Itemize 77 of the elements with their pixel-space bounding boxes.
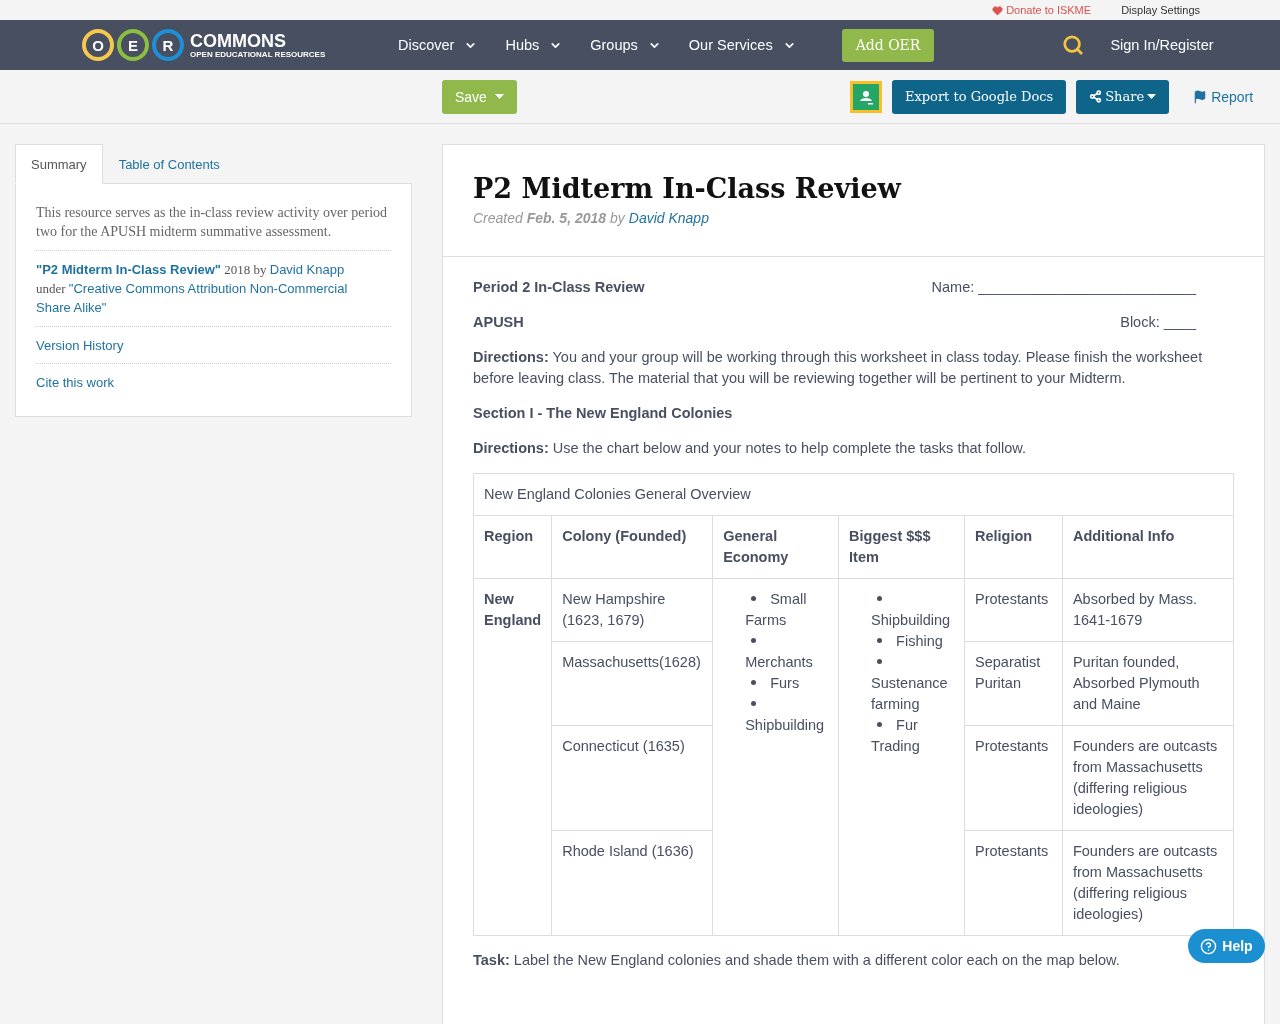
economy-item: Small Farms [745, 590, 808, 630]
table-cell: New England [473, 578, 552, 936]
caret-icon [1147, 94, 1157, 99]
economy-item: Merchants [745, 631, 829, 673]
export-button[interactable]: Export to Google Docs [891, 79, 1067, 114]
revenue-item: Fishing [871, 631, 954, 652]
table-cell: Protestants [964, 578, 1063, 642]
directions-text: Directions: You and your group will be working through this worksheet in class today. Please finish the worksheet before leaving class. The material that you will be reviewing together will be pertinent to your Midterm. [473, 348, 1204, 388]
revenue-item: Sustenance farming [871, 652, 954, 715]
bullet-icon [877, 659, 883, 665]
sidebar-tab[interactable]: Summary [15, 144, 103, 184]
table-cell: Separatist Puritan [964, 641, 1063, 726]
nav-menu-item[interactable]: Discover [398, 37, 478, 53]
table-cell: Founders are outcasts from Massachusetts (differing religious ideologies) [1062, 725, 1234, 831]
logo-tagline: OPEN EDUCATIONAL RESOURCES [190, 49, 326, 59]
flag-icon [1193, 89, 1208, 104]
display-settings-link[interactable]: Display Settings [1121, 4, 1200, 16]
sidebar-link[interactable]: Cite this work [36, 375, 115, 390]
sidebar-tab[interactable]: Table of Contents [102, 144, 236, 184]
course-label: APUSH [473, 313, 524, 332]
summary-text: This resource serves as the in-class review activity over period two for the APUSH midterm summative assessment. [36, 204, 389, 241]
economy-item: Shipbuilding [745, 694, 829, 736]
attribution-text: "P2 Midterm In-Class Review" 2018 by David Knapp under "Creative Commons Attribution Non-Commercial Share Alike" [36, 261, 349, 317]
nav-menu-item[interactable]: Hubs [505, 37, 563, 53]
table-cell: New Hampshire (1623, 1679) [551, 578, 713, 642]
table-caption: New England Colonies General Overview [473, 473, 1234, 516]
logo-ring[interactable]: O [82, 29, 114, 61]
name-line: Name: ___________________________ [931, 278, 1196, 297]
classroom-icon[interactable] [849, 80, 882, 113]
nav-menu-item[interactable]: Our Services [688, 37, 796, 53]
column-header: Religion [964, 515, 1063, 579]
column-header: Additional Info [1062, 515, 1234, 579]
revenue-item: Shipbuilding [871, 589, 954, 631]
bullet-icon [751, 680, 757, 686]
caret-icon [494, 94, 504, 99]
block-line: Block: ____ [1120, 313, 1196, 332]
bullet-icon [877, 722, 883, 728]
worksheet-heading: Period 2 In-Class Review [473, 278, 645, 297]
resource-title: P2 Midterm In-Class Review [473, 173, 903, 204]
revenue-item: Fur Trading [871, 716, 921, 756]
sign-in-link[interactable]: Sign In/Register [1110, 37, 1214, 53]
directions-text: Directions: Use the chart below and your notes to help complete the tasks that follow. [473, 439, 1027, 458]
economy-item: Furs [745, 673, 829, 694]
share-button[interactable]: Share [1076, 79, 1170, 114]
help-icon [1200, 937, 1218, 955]
help-button[interactable]: Help [1188, 929, 1265, 963]
share-icon [1089, 90, 1103, 103]
table-cell: Protestants [964, 725, 1063, 831]
logo-name[interactable]: COMMONS [190, 31, 326, 50]
bullet-icon [877, 596, 883, 602]
license-link[interactable]: "Creative Commons Attribution Non-Commercial [68, 281, 348, 296]
bullet-icon [751, 701, 757, 707]
search-icon[interactable] [1062, 34, 1085, 56]
column-header: General Economy [712, 515, 839, 579]
heart-icon [992, 4, 1004, 16]
created-text: Created Feb. 5, 2018 by [473, 210, 625, 226]
bullet-icon [751, 596, 757, 602]
logo-ring[interactable]: R [152, 29, 184, 61]
table-cell: Absorbed by Mass. 1641-1679 [1062, 578, 1234, 642]
column-header: Biggest $$$ Item [838, 515, 965, 579]
column-header: Region [473, 515, 552, 579]
sidebar-link[interactable]: Version History [36, 338, 124, 353]
task-text: Task: Label the New England colonies and shade them with a different color each on the map below. [473, 951, 1121, 970]
author-link[interactable]: David Knapp [628, 210, 709, 226]
bullet-icon [751, 638, 757, 644]
bullet-icon [877, 638, 883, 644]
logo-ring[interactable]: E [117, 29, 149, 61]
report-link[interactable]: Report [1193, 88, 1254, 105]
column-header: Colony (Founded) [551, 515, 713, 579]
table-cell: Puritan founded, Absorbed Plymouth and Maine [1062, 641, 1234, 726]
section-heading: Section I - The New England Colonies [473, 404, 734, 423]
resource-link[interactable]: "P2 Midterm In-Class Review" [36, 262, 221, 277]
author-link[interactable]: David Knapp [269, 262, 345, 277]
license-link[interactable]: Share Alike" [36, 300, 107, 315]
nav-menu-item[interactable]: Groups [590, 37, 661, 53]
table-cell: Protestants [964, 830, 1063, 936]
donate-link[interactable]: Donate to ISKME [992, 4, 1092, 16]
